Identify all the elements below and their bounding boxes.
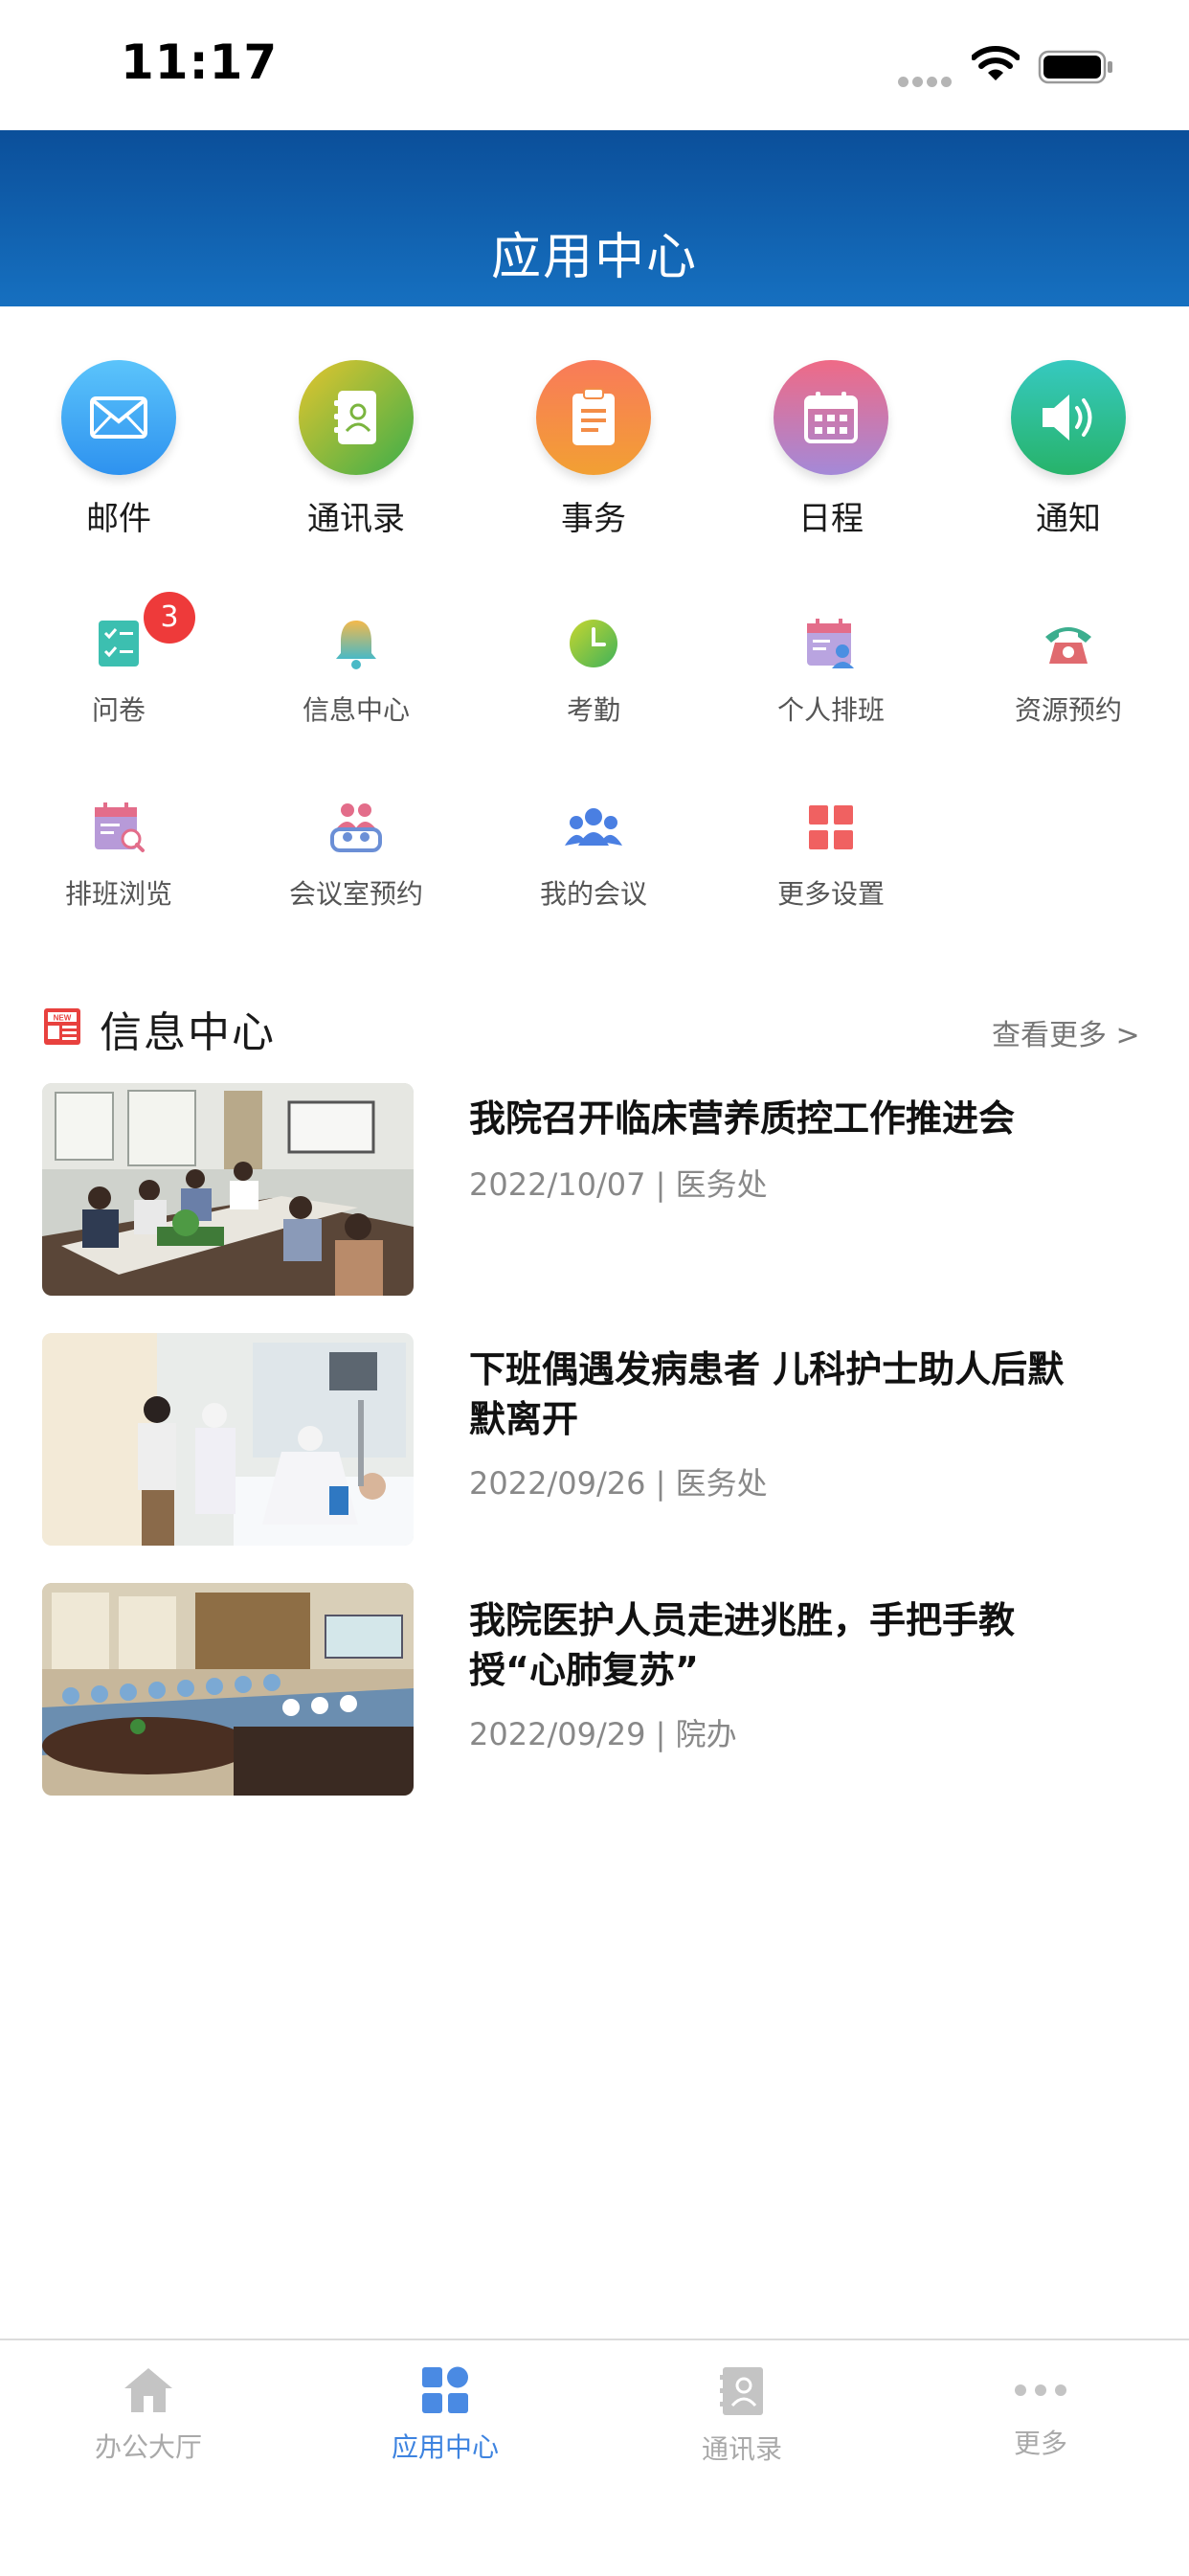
notification-badge: 3 (144, 592, 195, 644)
battery-icon (1038, 50, 1114, 88)
app-label: 事务 (561, 500, 626, 538)
phone-icon (1038, 613, 1099, 674)
tab-office-hall[interactable]: 办公大厅 (0, 2365, 297, 2465)
status-time: 11:17 (121, 34, 279, 90)
bell-icon (325, 613, 387, 674)
app-resource-booking[interactable]: 资源预约 (950, 613, 1187, 728)
contacts-icon (299, 360, 414, 475)
app-label: 通知 (1036, 500, 1101, 538)
app-label: 通讯录 (307, 500, 405, 538)
tab-label: 办公大厅 (94, 2431, 202, 2463)
app-info-center[interactable]: 信息中心 (237, 613, 475, 728)
app-label: 信息中心 (302, 694, 410, 726)
more-dots-icon (892, 2365, 1189, 2415)
news-thumbnail[interactable] (42, 1333, 414, 1546)
signal-icon (898, 73, 955, 91)
app-label: 个人排班 (776, 694, 885, 726)
app-calendar[interactable]: 日程 (712, 360, 950, 539)
news-title[interactable]: 下班偶遇发病患者 儿科护士助人后默默离开 (469, 1344, 1082, 1444)
app-survey[interactable]: 3 问卷 (0, 592, 237, 728)
calendar-icon (774, 360, 888, 475)
mail-icon (61, 360, 176, 475)
news-title[interactable]: 我院召开临床营养质控工作推进会 (469, 1094, 1082, 1143)
news-meta: 2022/09/26 | 医务处 (469, 1465, 768, 1502)
schedule-browse-icon (88, 797, 149, 858)
personal-schedule-icon (800, 613, 862, 674)
tab-label: 通讯录 (701, 2433, 782, 2465)
app-label: 排班浏览 (64, 878, 172, 910)
app-label: 会议室预约 (288, 878, 423, 910)
app-label: 更多设置 (776, 878, 885, 910)
section-title: 信息中心 (100, 1008, 276, 1057)
news-meta: 2022/09/29 | 院办 (469, 1716, 737, 1752)
tab-app-center[interactable]: 应用中心 (297, 2365, 594, 2465)
app-more-settings[interactable]: 更多设置 (712, 797, 950, 912)
clipboard-icon (536, 360, 651, 475)
tab-label: 应用中心 (391, 2431, 499, 2463)
newspaper-icon: NEW (42, 1006, 82, 1051)
home-icon (0, 2365, 297, 2419)
tab-contacts[interactable]: 通讯录 (594, 2365, 890, 2467)
app-label: 考勤 (566, 694, 620, 726)
group-icon (563, 797, 624, 858)
app-attendance[interactable]: 考勤 (475, 613, 712, 728)
app-schedule-browse[interactable]: 排班浏览 (0, 797, 237, 912)
app-notice[interactable]: 通知 (950, 360, 1187, 539)
app-label: 日程 (798, 500, 864, 538)
app-contacts[interactable]: 通讯录 (237, 360, 475, 539)
app-personal-schedule[interactable]: 个人排班 (712, 613, 950, 728)
clock-icon (563, 613, 624, 674)
app-label: 问卷 (91, 694, 146, 726)
grid-icon (800, 797, 862, 858)
contacts-book-icon (594, 2365, 890, 2421)
apps-icon (297, 2365, 594, 2419)
tab-label: 更多 (1013, 2428, 1067, 2459)
speaker-icon (1011, 360, 1126, 475)
news-thumbnail[interactable] (42, 1583, 414, 1796)
app-label: 邮件 (86, 500, 151, 538)
news-thumbnail[interactable] (42, 1083, 414, 1296)
tab-more[interactable]: 更多 (892, 2365, 1189, 2461)
app-label: 我的会议 (539, 878, 647, 910)
news-meta: 2022/10/07 | 医务处 (469, 1166, 768, 1203)
app-mail[interactable]: 邮件 (0, 360, 237, 539)
page-title: 应用中心 (490, 229, 698, 286)
svg-text:NEW: NEW (54, 1014, 72, 1023)
checklist-icon: 3 (88, 592, 195, 674)
news-title[interactable]: 我院医护人员走进兆胜，手把手教授“心肺复苏” (469, 1595, 1082, 1695)
app-meeting-room[interactable]: 会议室预约 (237, 797, 475, 912)
app-label: 资源预约 (1014, 694, 1122, 726)
app-my-meeting[interactable]: 我的会议 (475, 797, 712, 912)
meeting-room-icon (325, 797, 387, 858)
view-more-link[interactable]: 查看更多 > (992, 1011, 1140, 1053)
wifi-icon (971, 46, 1021, 86)
app-affairs[interactable]: 事务 (475, 360, 712, 539)
